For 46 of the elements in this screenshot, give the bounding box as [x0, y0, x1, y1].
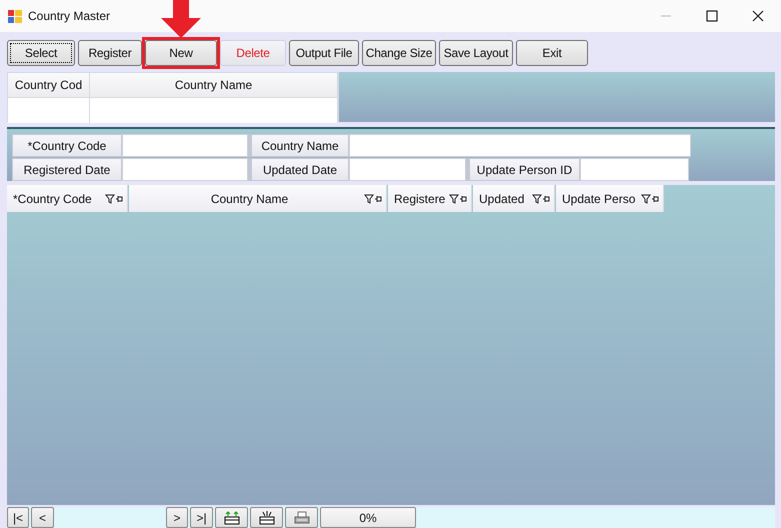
grid-cell[interactable] [90, 98, 338, 123]
add-row-button[interactable] [215, 507, 248, 528]
toolbar-button[interactable]: Select [7, 40, 75, 66]
filter-pin-icon[interactable] [105, 194, 123, 204]
column-header[interactable]: Update Perso [556, 185, 664, 212]
field-label: Update Person ID [469, 158, 580, 181]
column-header[interactable]: Updated [473, 185, 555, 212]
column-header[interactable]: *Country Code [7, 185, 128, 212]
input-field[interactable] [349, 158, 466, 181]
field-label: Registered Date [12, 158, 122, 181]
column-header[interactable]: Country Cod [8, 73, 90, 98]
toolbar-button[interactable]: Output File [289, 40, 359, 66]
filter-pin-icon[interactable] [364, 194, 382, 204]
progress-text: 0% [320, 507, 416, 528]
input-field[interactable] [580, 158, 689, 181]
filter-pin-icon[interactable] [641, 194, 659, 204]
toolbar-button[interactable]: Save Layout [439, 40, 513, 66]
window-title: Country Master [28, 9, 110, 23]
toolbar-button[interactable]: New [145, 40, 217, 66]
field-label: *Country Code [12, 134, 122, 157]
filter-pin-icon[interactable] [532, 194, 550, 204]
input-field[interactable] [122, 134, 248, 157]
field-label: Updated Date [251, 158, 349, 181]
column-header[interactable]: Country Name [90, 73, 338, 98]
nav-button[interactable]: < [31, 507, 54, 528]
clear-rows-icon [258, 510, 276, 524]
down-arrow-icon [161, 0, 201, 38]
add-row-icon [222, 510, 240, 524]
app-icon [8, 10, 22, 22]
input-field[interactable] [349, 134, 691, 157]
clear-rows-button[interactable] [250, 507, 283, 528]
toolbar-button[interactable]: Delete [220, 40, 286, 66]
input-field[interactable] [122, 158, 248, 181]
column-header[interactable]: Registere [388, 185, 472, 212]
nav-button[interactable]: |< [7, 507, 29, 528]
column-header[interactable]: Country Name [129, 185, 387, 212]
filter-pin-icon[interactable] [449, 194, 467, 204]
nav-button[interactable]: > [166, 507, 188, 528]
printer-button[interactable] [285, 507, 318, 528]
grid-cell[interactable] [8, 98, 90, 123]
printer-icon [292, 510, 310, 524]
toolbar-button[interactable]: Change Size [362, 40, 436, 66]
nav-button[interactable]: >| [190, 507, 213, 528]
field-label: Country Name [251, 134, 349, 157]
toolbar-button[interactable]: Exit [516, 40, 588, 66]
toolbar-button[interactable]: Register [78, 40, 142, 66]
